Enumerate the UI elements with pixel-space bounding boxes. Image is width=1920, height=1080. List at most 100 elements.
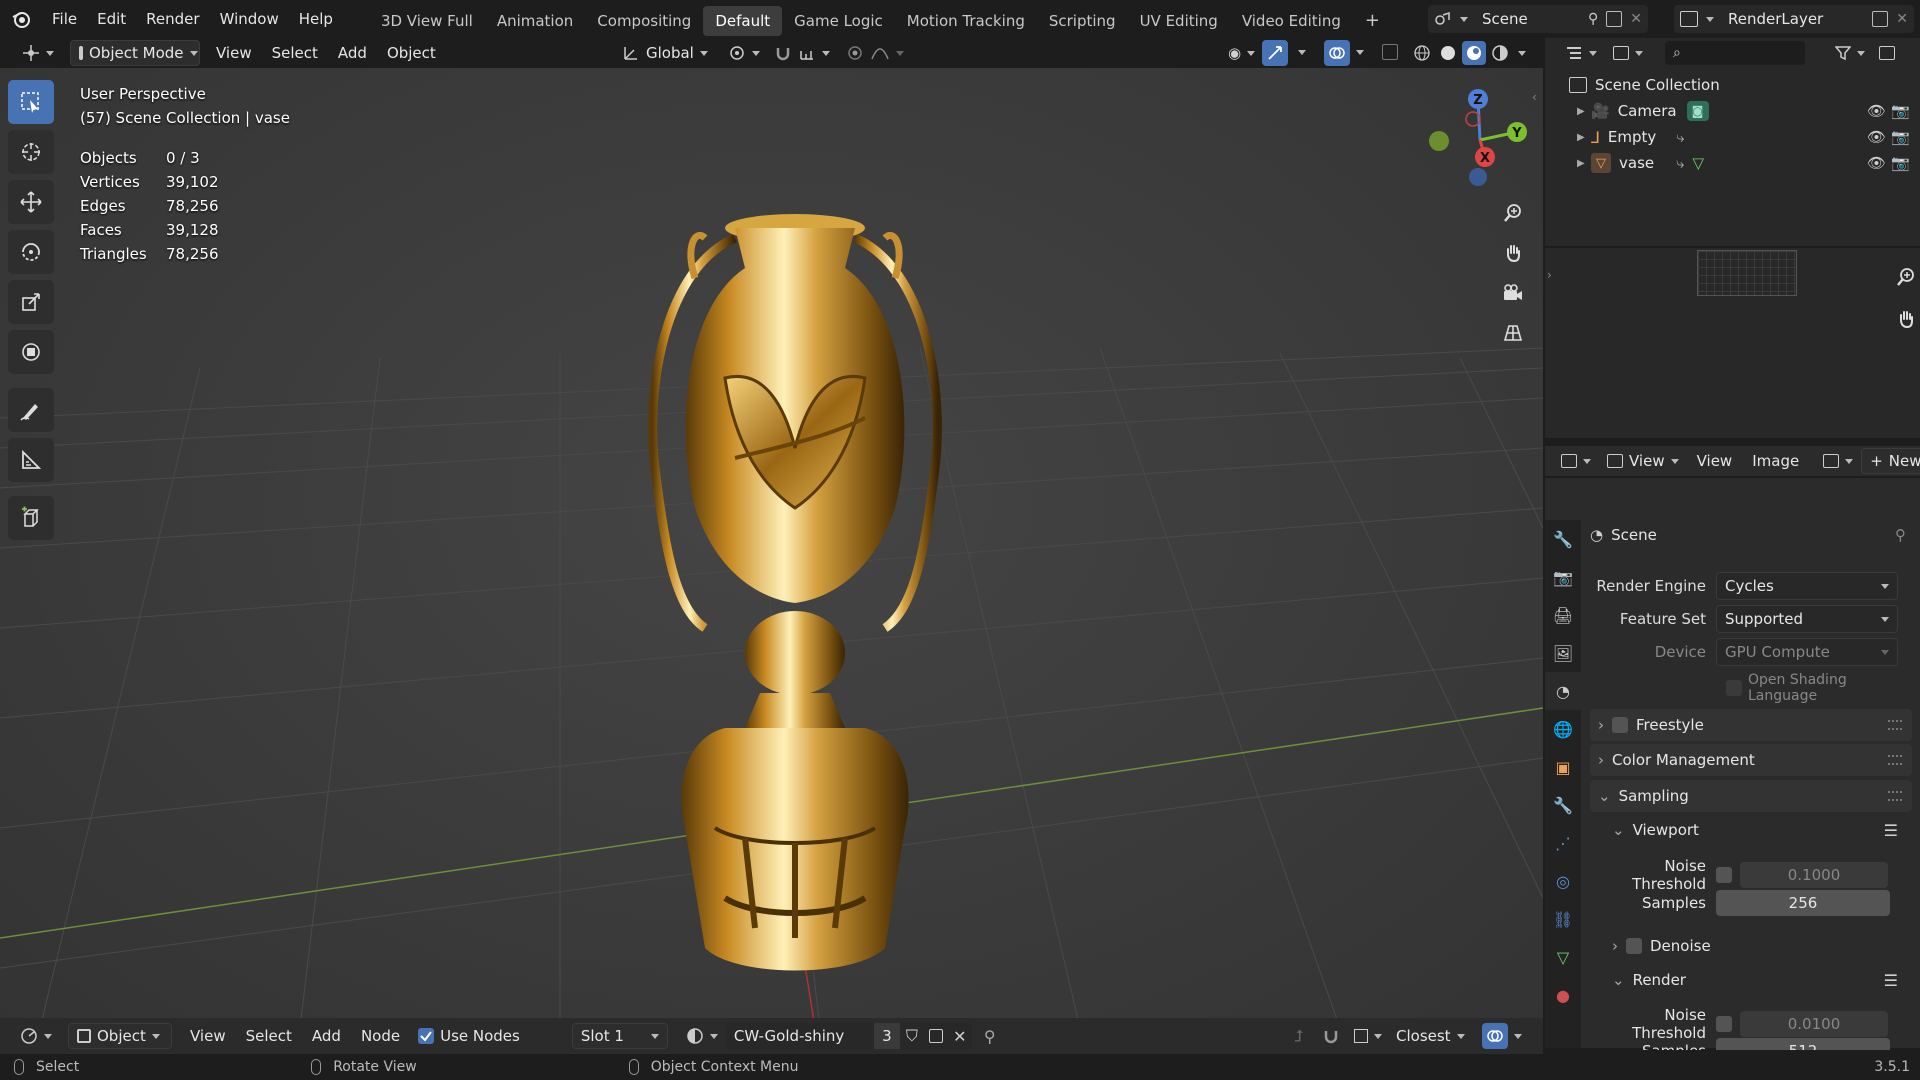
neg-z-axis-handle[interactable] [1469, 168, 1487, 186]
expand-arrow-icon[interactable]: ▶ [1577, 132, 1591, 143]
pin-icon[interactable]: ⚲ [1588, 11, 1598, 27]
object-tab-icon[interactable]: ▣ [1545, 748, 1581, 786]
eye-icon[interactable]: 👁 [1867, 154, 1886, 172]
pan-hand-icon[interactable] [1889, 302, 1920, 336]
render-camera-icon[interactable]: 📷 [1891, 128, 1910, 146]
outliner-item-empty[interactable]: ▶ ⅃ Empty ⤷ 👁 📷 [1545, 124, 1920, 150]
tab-compositing[interactable]: Compositing [585, 6, 703, 36]
chevron-down-icon[interactable] [1298, 50, 1306, 55]
expand-arrow-icon[interactable]: ▶ [1577, 158, 1591, 169]
new-collection-icon[interactable] [1879, 46, 1895, 60]
neg-y-axis-handle[interactable] [1429, 131, 1449, 151]
drag-handle-icon[interactable] [1888, 791, 1902, 801]
material-name-field[interactable]: CW-Gold-shiny [725, 1023, 874, 1049]
view-layer-tab-icon[interactable]: 🖼 [1545, 634, 1581, 672]
drag-handle-icon[interactable] [1888, 755, 1902, 765]
use-nodes-toggle[interactable]: Use Nodes [410, 1023, 528, 1049]
outliner-item-camera[interactable]: ▶ 🎥 Camera ◙ 👁 📷 [1545, 98, 1920, 124]
annotate-tool[interactable] [8, 388, 54, 432]
scene-tab-icon[interactable]: ◔ [1545, 672, 1581, 710]
tab-animation[interactable]: Animation [485, 6, 585, 36]
subpanel-viewport[interactable]: ⌄ Viewport ☰ [1612, 816, 1912, 844]
presets-list-icon[interactable]: ☰ [1884, 971, 1898, 990]
menu-add[interactable]: Add [302, 1018, 351, 1054]
outliner-search-input[interactable]: ⌕ [1665, 41, 1805, 65]
tab-video-editing[interactable]: Video Editing [1230, 6, 1353, 36]
mode-dropdown[interactable]: Object Mode [70, 40, 200, 66]
freestyle-checkbox[interactable] [1612, 717, 1628, 733]
subpanel-render[interactable]: ⌄ Render ☰ [1612, 966, 1912, 994]
editor-type-button[interactable] [14, 40, 62, 66]
subpanel-denoise[interactable]: › Denoise [1612, 932, 1912, 960]
noise-threshold-checkbox[interactable] [1716, 1016, 1732, 1032]
denoise-checkbox[interactable] [1626, 938, 1642, 954]
shader-editor-type[interactable] [12, 1023, 60, 1049]
outliner-item-vase[interactable]: ▶ ▽ vase ⤷ ▽ 👁 📷 [1545, 150, 1920, 176]
vase-object[interactable] [585, 128, 1005, 988]
chevron-down-icon[interactable] [1356, 50, 1364, 55]
constraints-tab-icon[interactable]: ⛓ [1545, 900, 1581, 938]
panel-freestyle[interactable]: › Freestyle [1590, 709, 1912, 741]
render-samples-field[interactable]: 512 [1716, 1038, 1890, 1050]
snap-button[interactable] [766, 40, 838, 66]
panel-color-management[interactable]: › Color Management [1590, 744, 1912, 776]
snap-element-dropdown[interactable] [1346, 1023, 1390, 1049]
wireframe-shading-icon[interactable] [1410, 41, 1434, 65]
menu-view[interactable]: View [1687, 446, 1743, 476]
world-tab-icon[interactable]: 🌐 [1545, 710, 1581, 748]
rendered-shading-icon[interactable] [1488, 41, 1512, 65]
rotate-tool[interactable] [8, 230, 54, 274]
expand-arrow-icon[interactable]: ▶ [1577, 106, 1591, 117]
visibility-dropdown[interactable]: ◉ [1220, 40, 1263, 66]
tab-default[interactable]: Default [703, 6, 783, 36]
close-icon[interactable]: ✕ [1630, 11, 1642, 27]
outliner-editor-type[interactable] [1557, 40, 1605, 66]
transform-orientation-dropdown[interactable]: Global [614, 40, 716, 66]
renderlayer-selector[interactable]: RenderLayer ✕ [1674, 5, 1914, 33]
data-tab-icon[interactable]: ▽ [1545, 938, 1581, 976]
chevron-down-icon[interactable] [1518, 51, 1526, 56]
physics-tab-icon[interactable]: ◎ [1545, 862, 1581, 900]
render-tab-icon[interactable]: 📷 [1545, 558, 1581, 596]
pivot-point-button[interactable] [720, 40, 768, 66]
tab-scripting[interactable]: Scripting [1037, 6, 1128, 36]
copy-icon[interactable] [1872, 11, 1889, 27]
tab-3d-view-full[interactable]: 3D View Full [369, 6, 485, 36]
cursor-tool[interactable] [8, 130, 54, 174]
menu-file[interactable]: File [42, 0, 87, 38]
tab-game-logic[interactable]: Game Logic [782, 6, 895, 36]
move-tool[interactable] [8, 180, 54, 224]
menu-node[interactable]: Node [351, 1018, 410, 1054]
magnet-icon[interactable] [1322, 1027, 1340, 1045]
scale-tool[interactable] [8, 280, 54, 324]
display-mode-dropdown[interactable] [1605, 40, 1651, 66]
pin-icon[interactable]: ⚲ [1895, 526, 1906, 544]
proportional-editing-button[interactable] [838, 40, 912, 66]
menu-view[interactable]: View [206, 38, 262, 68]
menu-select[interactable]: Select [262, 38, 328, 68]
menu-object[interactable]: Object [377, 38, 446, 68]
output-tab-icon[interactable]: 🖨 [1545, 596, 1581, 634]
expand-arrow-icon[interactable]: › [1547, 268, 1552, 282]
solid-shading-icon[interactable] [1436, 41, 1460, 65]
scene-selector[interactable]: Scene ⚲ ✕ [1428, 5, 1648, 33]
menu-render[interactable]: Render [136, 0, 209, 38]
menu-edit[interactable]: Edit [87, 0, 136, 38]
fake-user-shield-icon[interactable]: ⛉ [899, 1023, 924, 1049]
render-camera-icon[interactable]: 📷 [1891, 102, 1910, 120]
material-shading-icon[interactable] [1462, 41, 1486, 65]
menu-add[interactable]: Add [328, 38, 377, 68]
filter-dropdown[interactable] [1827, 40, 1873, 66]
gizmo-toggle[interactable] [1262, 40, 1288, 66]
measure-tool[interactable] [8, 438, 54, 482]
overlays-toggle[interactable] [1324, 40, 1350, 66]
snap-target-dropdown[interactable]: Closest [1388, 1023, 1472, 1049]
overlays-toggle[interactable] [1482, 1023, 1508, 1049]
add-cube-tool[interactable] [8, 496, 54, 540]
image-view-mode[interactable]: View [1599, 448, 1687, 474]
render-camera-icon[interactable]: 📷 [1891, 154, 1910, 172]
menu-help[interactable]: Help [289, 0, 343, 38]
noise-threshold-checkbox[interactable] [1716, 867, 1732, 883]
pan-hand-icon[interactable] [1496, 236, 1530, 270]
feature-set-dropdown[interactable]: Supported [1716, 605, 1898, 633]
